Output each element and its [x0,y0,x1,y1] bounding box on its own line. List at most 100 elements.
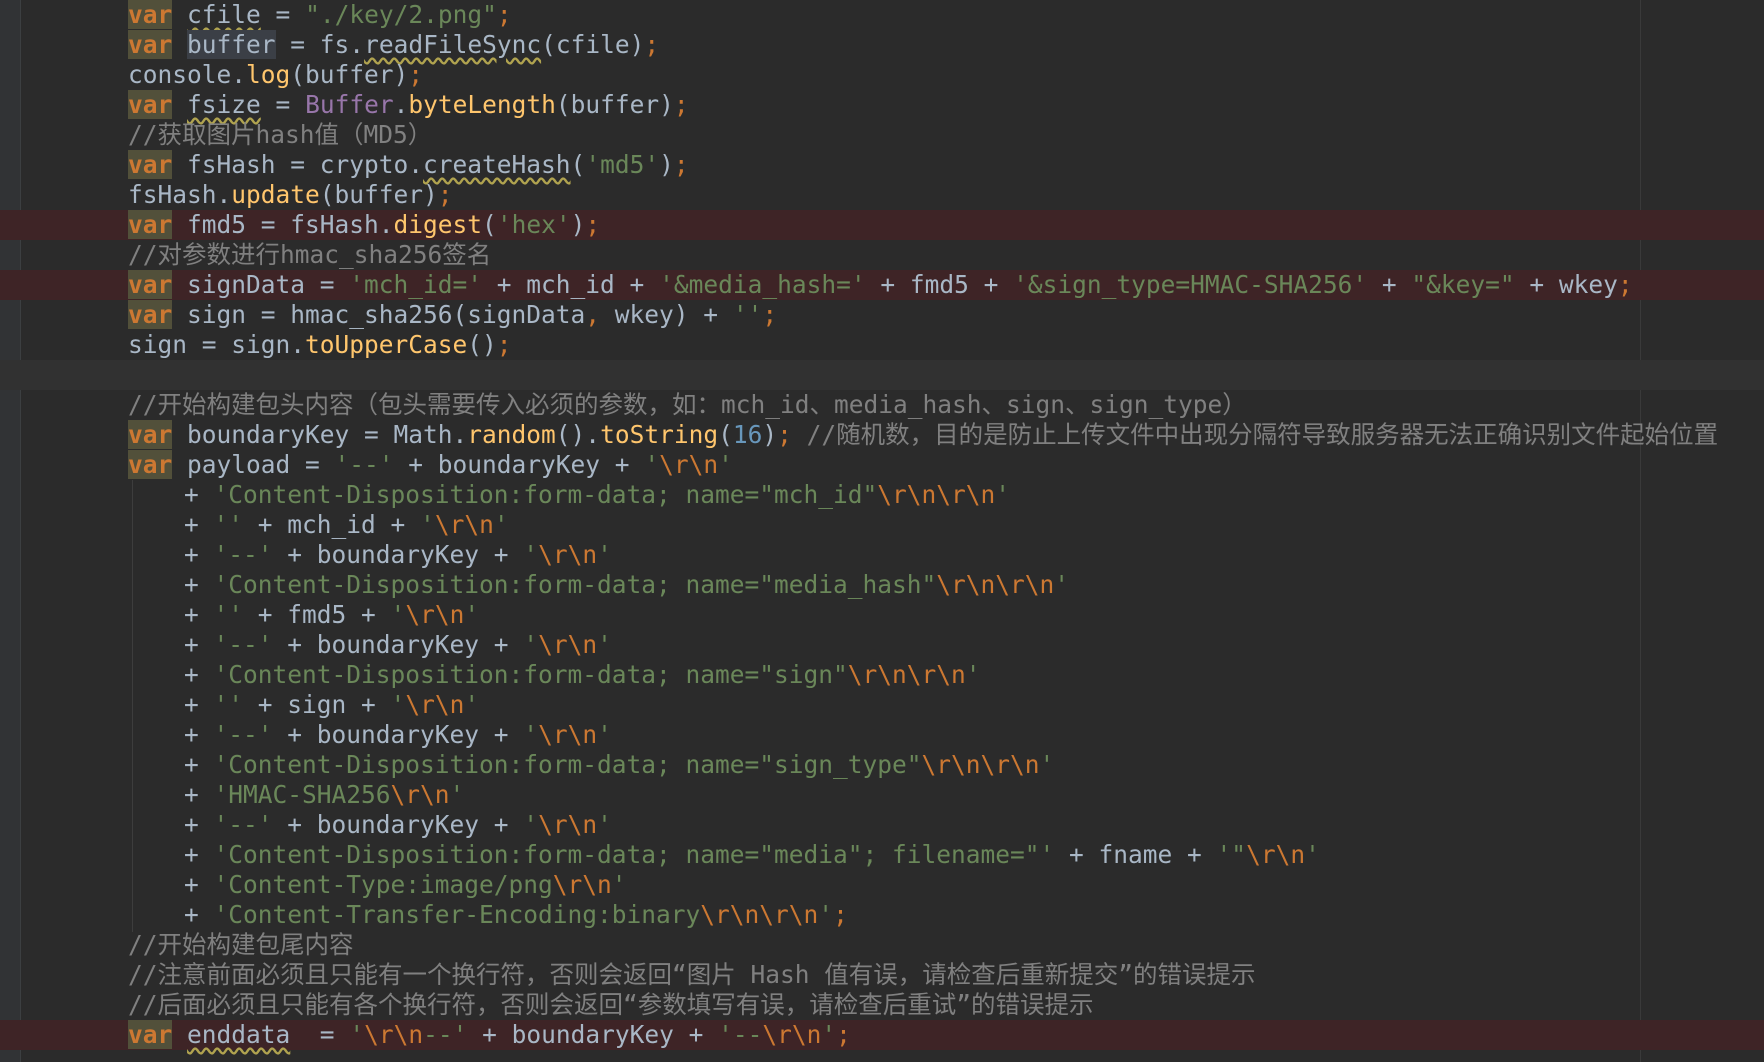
code-token: sign = sign. [128,330,306,359]
code-line[interactable]: + 'Content-Disposition:form-data; name="… [0,660,1764,690]
code-line[interactable]: var boundaryKey = Math.random().toString… [0,420,1764,450]
code-line[interactable]: + '--' + boundaryKey + '\r\n' [0,810,1764,840]
class-token: Buffer [305,90,394,119]
code-token: fsHash. [128,180,232,209]
comment-token: //开始构建包头内容（包头需要传入必须的参数，如：mch_id、media_ha… [128,390,1247,419]
code-line[interactable]: + '--' + boundaryKey + '\r\n' [0,540,1764,570]
function-token: byteLength [408,90,556,119]
code-line[interactable]: //获取图片hash值（MD5） [0,120,1764,150]
code-line[interactable]: + 'Content-Disposition:form-data; name="… [0,750,1764,780]
string-token: '' [213,510,244,539]
code-token: signData = [172,270,350,299]
code-token: + boundaryKey + [272,810,524,839]
code-line[interactable]: + 'Content-Disposition:form-data; name="… [0,570,1764,600]
code-token: + [184,510,214,539]
code-token: + [184,690,214,719]
code-token: + [184,780,214,809]
code-line[interactable]: //注意前面必须且只能有一个换行符，否则会返回“图片 Hash 值有误，请检查后… [0,960,1764,990]
punctuation-token: ; [496,330,512,359]
code-line-error[interactable]: var fmd5 = fsHash.digest('hex'); [0,210,1764,240]
string-token: --' [423,1020,468,1049]
code-token: (cfile) [541,30,645,59]
escape-token: \r\n\r\n [877,480,996,509]
punctuation-token: ; [585,210,601,239]
string-token: '' [213,600,244,629]
highlighted-token: buffer [187,30,276,59]
code-line-error[interactable]: var enddata = '\r\n--' + boundaryKey + '… [0,1020,1764,1050]
code-token: + fmd5 + [865,270,1014,299]
string-token: 'Content-Disposition:form-data; name="me… [213,840,1055,869]
warning-underlined-token: createHash [423,150,571,179]
code-line-current[interactable] [0,360,1764,390]
punctuation-token: ; [644,30,660,59]
code-line[interactable]: + 'Content-Transfer-Encoding:binary\r\n\… [0,900,1764,930]
keyword-token: var [128,270,173,299]
code-line[interactable]: sign = sign.toUpperCase(); [0,330,1764,360]
code-line-error[interactable]: var signData = 'mch_id=' + mch_id + '&me… [0,270,1764,300]
code-line[interactable]: + 'Content-Type:image/png\r\n' [0,870,1764,900]
function-token: toString [600,420,719,449]
keyword-token: var [128,420,173,449]
code-token: . [393,90,409,119]
string-token: '' [732,300,763,329]
code-line[interactable]: console.log(buffer); [0,60,1764,90]
code-line[interactable]: var fsize = Buffer.byteLength(buffer); [0,90,1764,120]
string-token: ' [523,630,539,659]
escape-token: \r\n [538,720,598,749]
code-line[interactable]: //开始构建包尾内容 [0,930,1764,960]
code-token: = [260,90,306,119]
code-line[interactable]: + '' + fmd5 + '\r\n' [0,600,1764,630]
string-token: '-- [718,1020,763,1049]
escape-token: \r\n [762,1020,822,1049]
punctuation-token: , [585,300,601,329]
code-line[interactable]: fsHash.update(buffer); [0,180,1764,210]
code-line[interactable]: + '--' + boundaryKey + '\r\n' [0,630,1764,660]
code-line[interactable]: + '--' + boundaryKey + '\r\n' [0,720,1764,750]
comment-token: //后面必须且只能有各个换行符，否则会返回“参数填写有误，请检查后重试”的错误提… [128,990,1094,1019]
string-token: ' [597,720,612,749]
string-token: 'Content-Disposition:form-data; name="me… [213,570,937,599]
string-token: ' [597,630,612,659]
keyword-token: var [128,150,173,179]
string-token: ' [995,480,1011,509]
escape-token: \r\n\r\n [700,900,819,929]
escape-token: \r\n [552,870,612,899]
code-line[interactable]: + '' + sign + '\r\n' [0,690,1764,720]
keyword-token: var [128,300,173,329]
code-token: + boundaryKey + [272,630,524,659]
code-line[interactable]: var fsHash = crypto.createHash('md5'); [0,150,1764,180]
code-token: ) [570,210,586,239]
code-token: (). [555,420,601,449]
code-line[interactable]: //对参数进行hmac_sha256签名 [0,240,1764,270]
code-line[interactable]: + 'HMAC-SHA256\r\n' [0,780,1764,810]
code-line[interactable]: + 'Content-Disposition:form-data; name="… [0,480,1764,510]
punctuation-token: ; [1617,270,1633,299]
string-token: ' [1039,750,1055,779]
code-line[interactable]: var cfile = "./key/2.png"; [0,0,1764,30]
code-token: + fname + [1054,840,1217,869]
code-line[interactable]: var buffer = fs.readFileSync(cfile); [0,30,1764,60]
code-line[interactable]: + '' + mch_id + '\r\n' [0,510,1764,540]
code-token: + [184,660,214,689]
string-token: ' [390,690,406,719]
string-token: ' [611,870,627,899]
code-token: + boundaryKey + [467,1020,719,1049]
escape-token: \r\n\r\n [921,750,1040,779]
code-token: console. [128,60,247,89]
string-token: ' [420,510,435,539]
code-line[interactable]: + 'Content-Disposition:form-data; name="… [0,840,1764,870]
code-area[interactable]: var cfile = "./key/2.png"; var buffer = f… [0,0,1764,1050]
code-token: ( [570,150,586,179]
code-editor[interactable]: var cfile = "./key/2.png"; var buffer = f… [0,0,1764,1062]
string-token: '--' [334,450,394,479]
code-line[interactable]: //后面必须且只能有各个换行符，否则会返回“参数填写有误，请检查后重试”的错误提… [0,990,1764,1020]
code-line[interactable]: var payload = '--' + boundaryKey + '\r\n… [0,450,1764,480]
code-line[interactable]: var sign = hmac_sha256(signData, wkey) +… [0,300,1764,330]
warning-underlined-token: cfile [187,0,261,29]
punctuation-token: ; [833,900,848,929]
string-token: '--' [213,720,273,749]
code-line[interactable]: //开始构建包头内容（包头需要传入必须的参数，如：mch_id、media_ha… [0,390,1764,420]
